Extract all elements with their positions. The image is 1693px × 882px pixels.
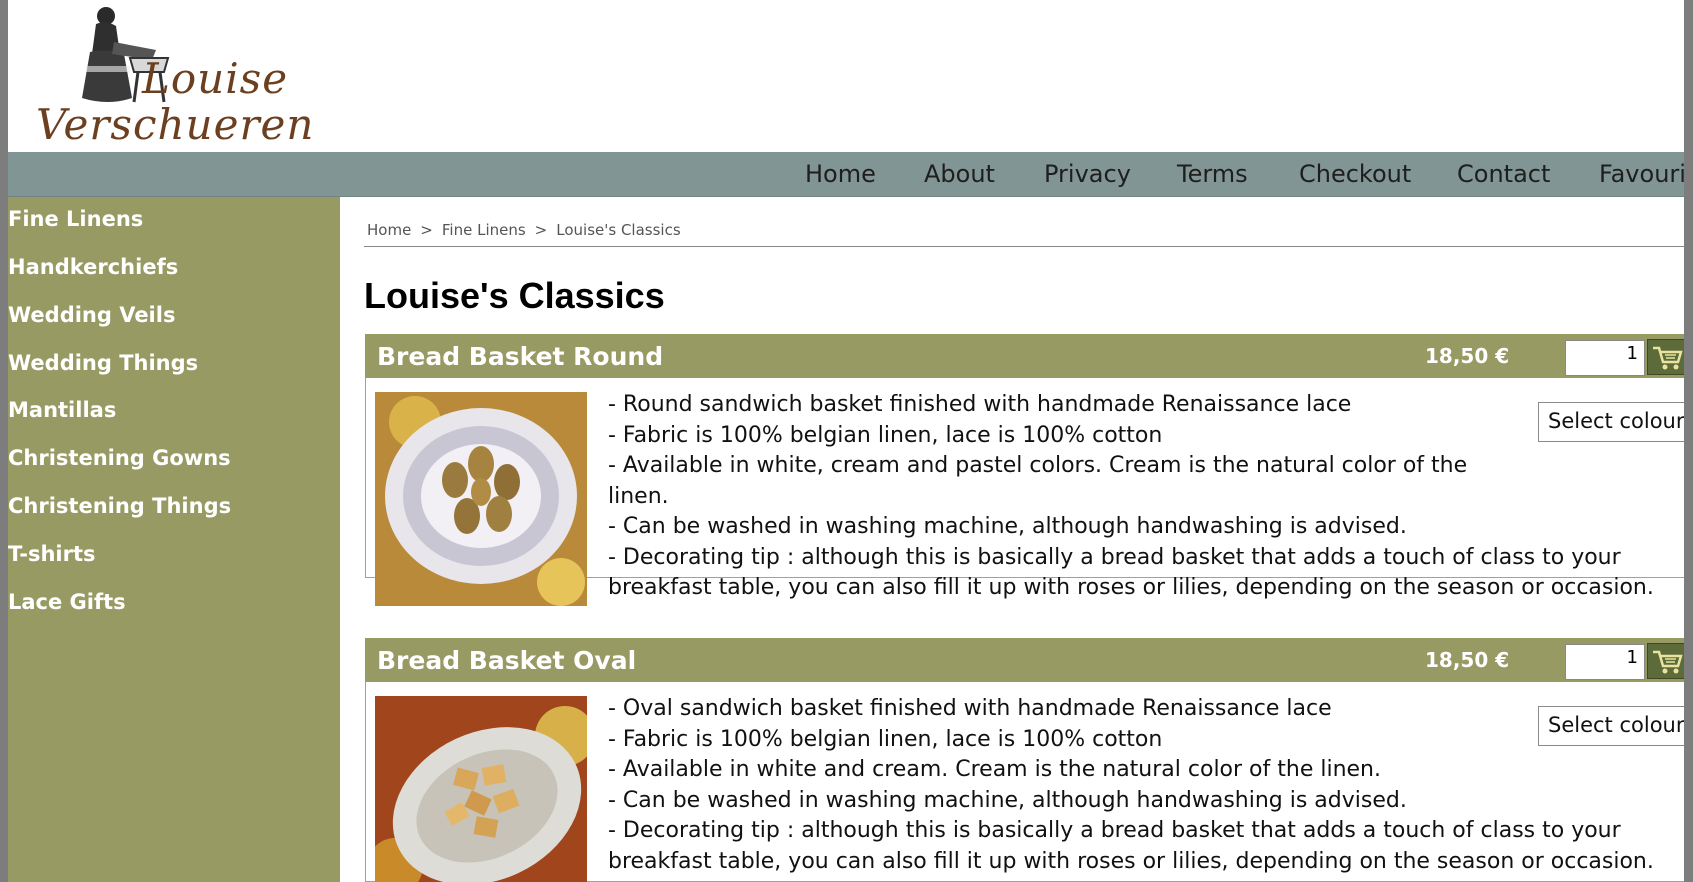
sidebar-item-fine-linens[interactable]: Fine Linens: [8, 207, 143, 231]
nav-about[interactable]: About: [924, 160, 995, 188]
breadcrumb-fine-linens[interactable]: Fine Linens: [442, 221, 526, 239]
product-body: - Oval sandwich basket finished with han…: [365, 682, 1684, 882]
product-description: - Round sandwich basket finished with ha…: [608, 390, 1684, 604]
sidebar-item-christening-things[interactable]: Christening Things: [8, 494, 231, 518]
description-line: - Available in white and cream. Cream is…: [608, 757, 1381, 782]
product-description: - Oval sandwich basket finished with han…: [608, 694, 1684, 877]
quantity-input[interactable]: 1: [1565, 340, 1645, 376]
add-to-cart-button[interactable]: [1647, 643, 1684, 679]
cart-icon: [1653, 650, 1683, 674]
breadcrumb-separator: >: [534, 221, 548, 239]
sidebar-item-mantillas[interactable]: Mantillas: [8, 398, 116, 422]
description-line: - Decorating tip : although this is basi…: [608, 544, 1621, 570]
sidebar-item-t-shirts[interactable]: T-shirts: [8, 542, 96, 566]
cart-icon: [1653, 346, 1683, 370]
product-image[interactable]: [375, 392, 587, 606]
oval-basket-photo: [375, 696, 587, 882]
product-price: 18,50 €: [1425, 648, 1510, 672]
logo-text-louise: Louise: [142, 54, 289, 103]
select-colour-dropdown[interactable]: Select colour: [1538, 402, 1684, 442]
breadcrumb-separator: >: [420, 221, 433, 239]
top-navbar: Home About Privacy Terms Checkout Contac…: [8, 152, 1684, 197]
quantity-input[interactable]: 1: [1565, 644, 1645, 680]
site-logo[interactable]: Louise Verschueren: [24, 2, 313, 152]
page: Louise Verschueren Home About Privacy Te…: [8, 0, 1684, 882]
description-line: - Round sandwich basket finished with ha…: [608, 392, 1352, 417]
sidebar-item-handkerchiefs[interactable]: Handkerchiefs: [8, 255, 178, 279]
logo-text-verschueren: Verschueren: [36, 100, 315, 149]
description-line: - Available in white, cream and pastel c…: [608, 453, 1468, 478]
breadcrumb-divider: [364, 246, 1684, 247]
description-line: linen.: [608, 483, 669, 509]
description-line: breakfast table, you can also fill it up…: [608, 575, 1654, 600]
add-to-cart-button[interactable]: [1647, 339, 1684, 375]
product-name[interactable]: Bread Basket Round: [377, 342, 663, 371]
nav-terms[interactable]: Terms: [1177, 160, 1248, 188]
category-sidebar: Fine Linens Handkerchiefs Wedding Veils …: [8, 197, 340, 882]
description-line: - Fabric is 100% belgian linen, lace is …: [608, 422, 1163, 448]
sidebar-item-wedding-veils[interactable]: Wedding Veils: [8, 303, 175, 327]
sidebar-item-christening-gowns[interactable]: Christening Gowns: [8, 446, 231, 470]
product-image[interactable]: [375, 696, 587, 882]
breadcrumb-current[interactable]: Louise's Classics: [556, 221, 680, 239]
product-name[interactable]: Bread Basket Oval: [377, 646, 636, 675]
nav-checkout[interactable]: Checkout: [1299, 160, 1411, 188]
description-line: - Can be washed in washing machine, alth…: [608, 787, 1407, 813]
nav-privacy[interactable]: Privacy: [1044, 160, 1131, 188]
nav-home[interactable]: Home: [805, 160, 876, 188]
sidebar-item-lace-gifts[interactable]: Lace Gifts: [8, 590, 126, 614]
description-line: breakfast table, you can also fill it up…: [608, 848, 1654, 874]
nav-contact[interactable]: Contact: [1457, 160, 1550, 188]
breadcrumb-home[interactable]: Home: [367, 221, 411, 239]
description-line: - Fabric is 100% belgian linen, lace is …: [608, 726, 1163, 752]
description-line: - Can be washed in washing machine, alth…: [608, 514, 1407, 539]
nav-favourites[interactable]: Favourites: [1599, 160, 1684, 188]
product-header: Bread Basket Oval 18,50 € 1: [365, 638, 1684, 682]
description-line: - Decorating tip : although this is basi…: [608, 818, 1621, 843]
description-line: - Oval sandwich basket finished with han…: [608, 696, 1332, 721]
sidebar-item-wedding-things[interactable]: Wedding Things: [8, 351, 198, 375]
page-title: Louise's Classics: [364, 275, 665, 316]
select-colour-dropdown[interactable]: Select colour: [1538, 706, 1684, 746]
breadcrumb: Home > Fine Linens > Louise's Classics: [367, 221, 681, 239]
product-price: 18,50 €: [1425, 344, 1510, 368]
product-body: - Round sandwich basket finished with ha…: [365, 378, 1684, 606]
product-header: Bread Basket Round 18,50 € 1: [365, 334, 1684, 378]
round-basket-photo: [375, 392, 587, 606]
